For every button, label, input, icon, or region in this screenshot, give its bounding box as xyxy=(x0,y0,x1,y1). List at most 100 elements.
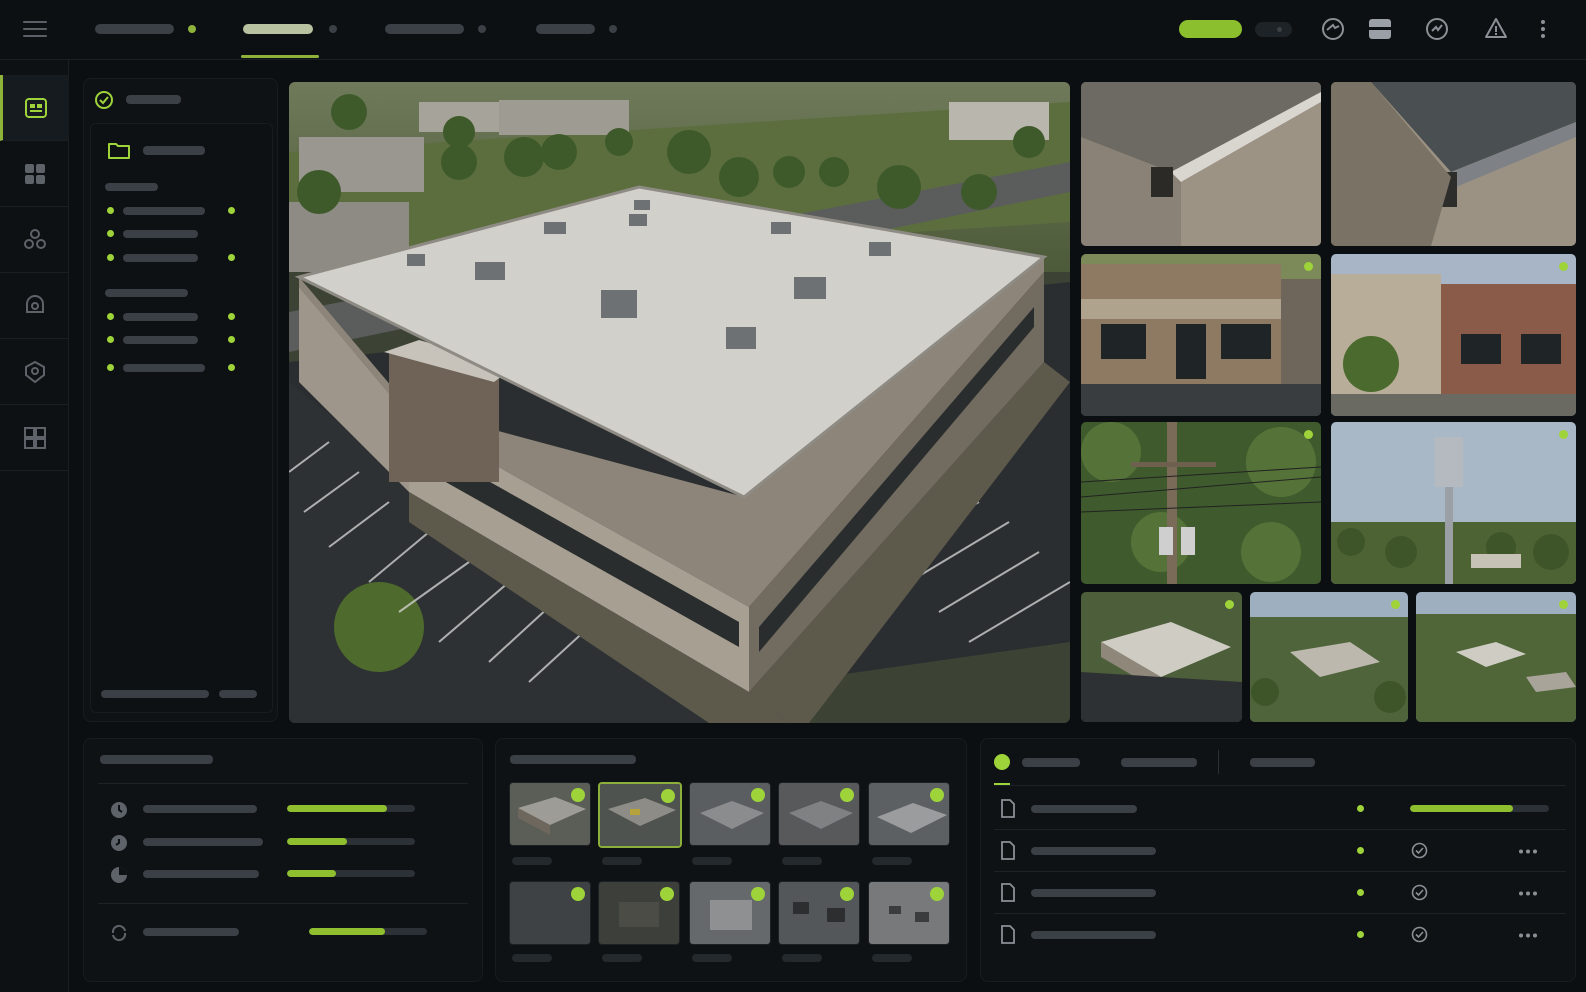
thumb-caption xyxy=(692,954,732,962)
photo-thumbnail-facade-1[interactable] xyxy=(1081,254,1321,416)
rail-item-layout[interactable] xyxy=(0,405,69,471)
check-badge-icon xyxy=(571,887,585,901)
metric-progress-3 xyxy=(287,870,415,877)
thumb-caption xyxy=(602,954,642,962)
files-panel xyxy=(980,738,1576,982)
list-item[interactable] xyxy=(123,230,198,238)
summary-progress xyxy=(309,928,427,935)
tab-3[interactable] xyxy=(385,24,495,60)
rail-item-users[interactable] xyxy=(0,207,69,273)
files-tab-1[interactable] xyxy=(1022,758,1080,767)
list-bullet xyxy=(107,254,114,261)
list-item[interactable] xyxy=(123,313,198,321)
menu-icon[interactable] xyxy=(23,20,47,38)
rail-item-grid[interactable] xyxy=(0,141,69,207)
folder-name-placeholder xyxy=(143,146,205,155)
photo-thumbnail-facade-2[interactable] xyxy=(1331,254,1576,416)
check-circle-icon xyxy=(1411,842,1428,859)
gallery-thumb[interactable] xyxy=(868,881,950,945)
list-item[interactable] xyxy=(123,336,198,344)
file-name[interactable] xyxy=(1031,931,1156,939)
list-bullet xyxy=(107,207,114,214)
progress-fill xyxy=(287,838,348,845)
list-item[interactable] xyxy=(123,364,205,372)
main-aerial-image[interactable] xyxy=(289,82,1070,723)
shield-icon xyxy=(25,360,45,384)
check-badge-icon xyxy=(930,887,944,901)
status-dot xyxy=(228,336,235,343)
status-dot xyxy=(1357,805,1364,812)
file-name[interactable] xyxy=(1031,889,1156,897)
list-item[interactable] xyxy=(123,207,205,215)
gallery-thumb-selected[interactable] xyxy=(598,782,682,848)
file-tree xyxy=(90,123,273,713)
gallery-thumb[interactable] xyxy=(689,782,771,846)
search-map-icon xyxy=(26,295,44,313)
status-dot xyxy=(1304,430,1313,439)
files-tab-2[interactable] xyxy=(1121,758,1197,767)
list-bullet xyxy=(107,230,114,237)
gallery-thumb[interactable] xyxy=(689,881,771,945)
photo-thumbnail-aerial-1[interactable] xyxy=(1081,592,1242,722)
progress-fill xyxy=(287,870,336,877)
rail-item-search-map[interactable] xyxy=(0,273,69,339)
tab-2-active[interactable] xyxy=(241,24,343,60)
photo-thumbnail-utility-pole[interactable] xyxy=(1081,422,1321,584)
more-horizontal-icon[interactable] xyxy=(1518,933,1538,938)
upload-progress xyxy=(1410,805,1549,812)
dashboard-icon xyxy=(25,98,47,118)
files-tab-3[interactable] xyxy=(1250,758,1315,767)
more-horizontal-icon[interactable] xyxy=(1518,849,1538,854)
file-name[interactable] xyxy=(1031,805,1137,813)
gallery-thumb[interactable] xyxy=(598,881,680,945)
users-icon xyxy=(24,229,46,249)
footer-placeholder xyxy=(219,690,257,698)
photo-thumbnail-roof-edge-2[interactable] xyxy=(1331,82,1576,246)
more-vertical-icon[interactable] xyxy=(1538,16,1548,42)
gallery-thumb[interactable] xyxy=(509,881,591,945)
check-circle-icon xyxy=(1411,884,1428,901)
panel-title-placeholder xyxy=(510,755,636,764)
photo-thumbnail-aerial-2[interactable] xyxy=(1250,592,1408,722)
photo-thumbnail-cell-tower[interactable] xyxy=(1331,422,1576,584)
status-dot xyxy=(1225,600,1234,609)
photo-thumbnail-roof-edge-1[interactable] xyxy=(1081,82,1321,246)
status-dot xyxy=(228,313,235,320)
gallery-thumb[interactable] xyxy=(868,782,950,846)
thumb-caption xyxy=(512,954,552,962)
rail-item-shield[interactable] xyxy=(0,339,69,405)
panel-layout-icon[interactable] xyxy=(1367,16,1393,42)
metric-label xyxy=(143,805,257,813)
gallery-thumb[interactable] xyxy=(778,782,860,846)
status-dot xyxy=(1357,847,1364,854)
sync-icon xyxy=(111,924,127,942)
check-circle-icon xyxy=(95,91,113,109)
status-dot xyxy=(1304,262,1313,271)
refresh-globe-icon[interactable] xyxy=(1424,16,1450,42)
metrics-panel xyxy=(83,738,483,982)
status-dot xyxy=(228,364,235,371)
aerial-building-illustration xyxy=(289,82,1070,723)
file-name[interactable] xyxy=(1031,847,1156,855)
document-icon xyxy=(1001,799,1015,818)
globe-arrow-icon[interactable] xyxy=(1320,16,1346,42)
list-item[interactable] xyxy=(123,254,198,262)
grid-icon xyxy=(25,164,45,184)
gallery-thumb[interactable] xyxy=(509,782,591,846)
photo-thumbnail-aerial-3[interactable] xyxy=(1416,592,1576,722)
tab-1[interactable] xyxy=(95,24,205,60)
folder-icon[interactable] xyxy=(107,140,131,160)
tab-4[interactable] xyxy=(536,24,626,60)
check-badge-icon xyxy=(840,788,854,802)
thumb-caption xyxy=(602,857,642,865)
panel-title-placeholder xyxy=(100,755,213,764)
rail-item-dashboard[interactable] xyxy=(0,75,69,141)
more-horizontal-icon[interactable] xyxy=(1518,891,1538,896)
status-pill[interactable] xyxy=(1179,20,1242,38)
progress-fill xyxy=(287,805,387,812)
alert-cloud-icon[interactable] xyxy=(1483,16,1509,42)
document-icon xyxy=(1001,841,1015,860)
toggle-switch[interactable] xyxy=(1255,22,1292,37)
status-dot xyxy=(228,254,235,261)
gallery-thumb[interactable] xyxy=(778,881,860,945)
